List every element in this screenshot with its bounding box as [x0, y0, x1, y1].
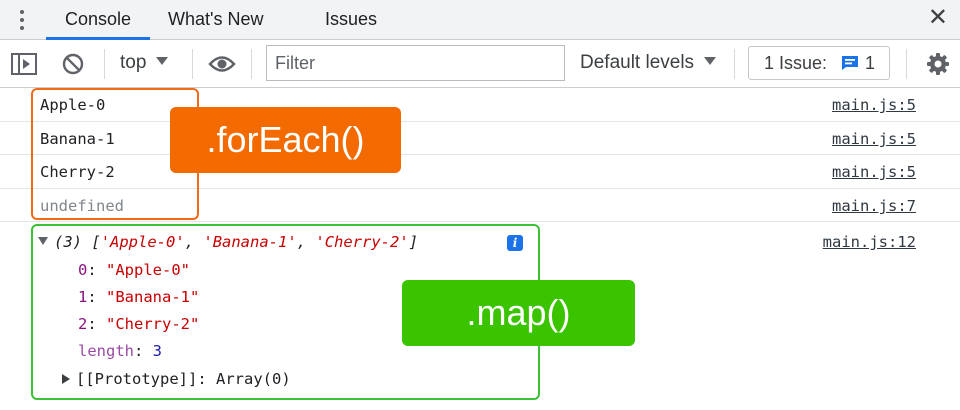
log-levels-label: Default levels — [580, 52, 695, 73]
context-selector-label: top — [120, 52, 147, 73]
devtools-tab-bar: Console What's New Issues ✕ — [0, 0, 960, 40]
source-link[interactable]: main.js:12 — [823, 233, 916, 251]
clear-console-icon[interactable] — [62, 53, 84, 75]
toolbar-divider — [104, 49, 105, 79]
toolbar-divider — [251, 49, 252, 79]
toolbar-divider — [906, 49, 907, 79]
map-annotation-label: .map() — [402, 280, 635, 346]
issues-count: 1 — [865, 53, 876, 73]
source-link[interactable]: main.js:5 — [832, 130, 916, 148]
chevron-down-icon — [704, 57, 717, 65]
source-link[interactable]: main.js:5 — [832, 96, 916, 114]
source-link[interactable]: main.js:7 — [832, 197, 916, 215]
chevron-down-icon — [156, 57, 169, 65]
foreach-annotation-label: .forEach() — [170, 107, 401, 173]
tab-whats-new[interactable]: What's New — [168, 0, 263, 40]
log-levels-dropdown[interactable]: Default levels — [580, 52, 717, 74]
message-icon — [842, 56, 858, 70]
more-options-icon[interactable] — [14, 8, 30, 32]
filter-input[interactable] — [266, 45, 565, 81]
gear-icon[interactable] — [926, 52, 950, 76]
tab-issues[interactable]: Issues — [325, 0, 377, 40]
eye-icon[interactable] — [208, 54, 236, 74]
toolbar-divider — [192, 49, 193, 79]
close-icon[interactable]: ✕ — [928, 6, 948, 30]
toolbar-divider — [734, 49, 735, 79]
source-link[interactable]: main.js:5 — [832, 163, 916, 181]
sidebar-toggle-icon[interactable] — [11, 53, 37, 75]
context-selector[interactable]: top — [120, 52, 169, 74]
tab-console[interactable]: Console — [46, 0, 150, 40]
issues-button-label: 1 Issue: — [764, 53, 828, 73]
issues-button[interactable]: 1 Issue: 1 — [748, 46, 890, 80]
console-toolbar: top Default levels 1 Issue: 1 — [0, 40, 960, 88]
